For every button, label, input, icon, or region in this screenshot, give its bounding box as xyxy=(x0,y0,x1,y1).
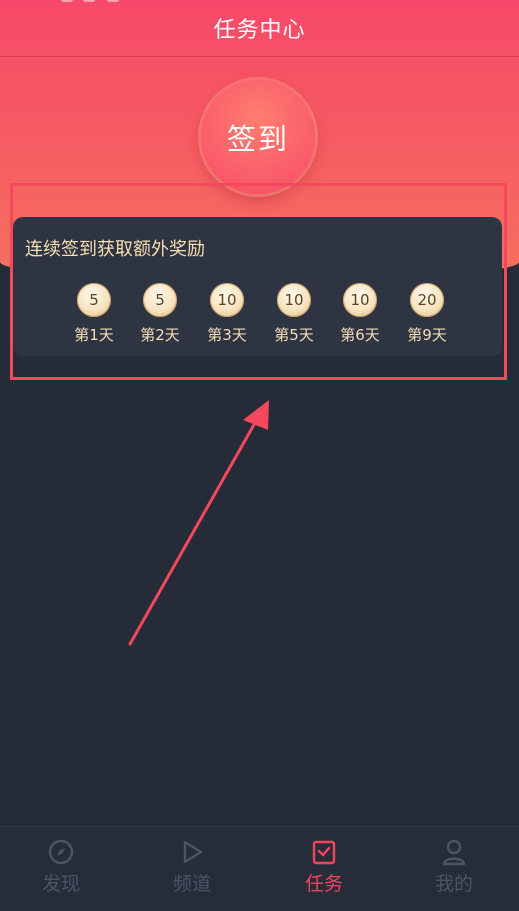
tab-profile[interactable]: 我的 xyxy=(414,837,494,896)
compass-icon xyxy=(48,839,74,865)
tab-label: 频道 xyxy=(172,873,211,895)
tab-label: 任务 xyxy=(304,873,343,895)
play-icon xyxy=(183,840,203,864)
tab-tasks[interactable]: 任务 xyxy=(284,837,364,896)
status-bar-fragment xyxy=(60,0,150,4)
tab-label: 发现 xyxy=(41,873,80,895)
tab-label: 我的 xyxy=(434,873,473,895)
tab-discover[interactable]: 发现 xyxy=(21,837,101,896)
bottom-tab-bar: 发现 频道 任务 我的 xyxy=(0,826,519,911)
header-divider xyxy=(0,56,519,57)
task-icon xyxy=(312,840,336,865)
tab-channels[interactable]: 频道 xyxy=(152,837,232,896)
annotation-highlight-box xyxy=(10,183,507,380)
user-icon xyxy=(442,839,466,866)
sign-in-button[interactable]: 签到 xyxy=(201,80,315,194)
page-title: 任务中心 xyxy=(213,18,306,43)
